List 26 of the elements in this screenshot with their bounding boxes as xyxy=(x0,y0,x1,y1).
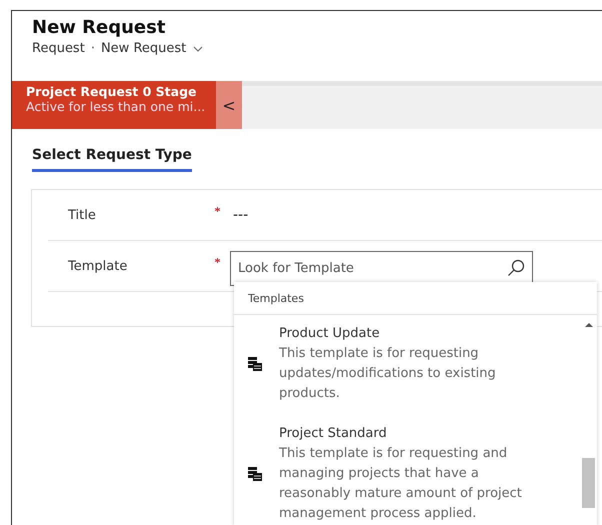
field-value: --- xyxy=(233,207,248,223)
separator: · xyxy=(90,41,95,56)
lookup-field[interactable]: Look for Template xyxy=(230,250,533,286)
dropdown-heading: Templates xyxy=(234,282,597,315)
tab[interactable]: Select Request Type xyxy=(32,147,192,172)
stage-status: Active for less than one mi... xyxy=(26,99,206,114)
form-selector[interactable]: New Request xyxy=(100,41,186,56)
active-stage[interactable]: Project Request 0 Stage Active for less than one mi... xyxy=(12,81,216,129)
field-label: Title xyxy=(67,208,97,222)
option-description: This template is for requesting and managing projects that have a reasonably mature amount of project management process applied. xyxy=(279,445,523,523)
chevron-down-icon[interactable] xyxy=(193,46,204,52)
template-option[interactable]: Project Standard This template is for requesting and managing projects that have a reasonably mature amount of project management process applied. xyxy=(234,424,580,525)
scroll-thumb[interactable] xyxy=(582,458,595,508)
scroll-up-icon[interactable] xyxy=(584,322,592,328)
template-option[interactable]: Product Update This template is for requesting updates/modifications to existing products. xyxy=(234,324,580,424)
stage-name: Project Request 0 Stage xyxy=(26,84,198,99)
search-icon[interactable] xyxy=(507,258,525,276)
field-label: Template xyxy=(67,258,128,274)
option-description: This template is for requesting updates/modifications to existing products. xyxy=(279,345,497,403)
template-icon xyxy=(248,357,262,371)
collapse-button[interactable]: < xyxy=(216,81,242,129)
page-title: New Request xyxy=(32,17,166,39)
template-icon xyxy=(248,467,262,481)
entity-label: Request xyxy=(32,41,85,56)
option-name: Product Update xyxy=(279,325,381,343)
option-name: Project Standard xyxy=(279,425,388,443)
